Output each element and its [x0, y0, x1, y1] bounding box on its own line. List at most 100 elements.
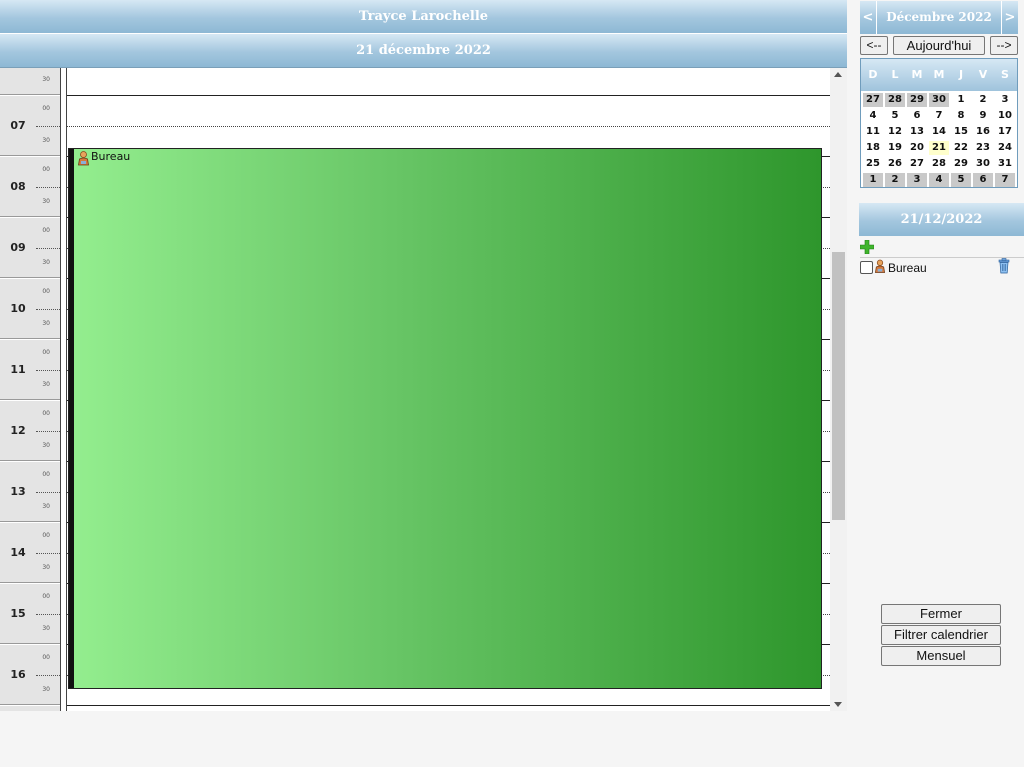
minute-label: 00: [42, 288, 50, 295]
hour-slot: 08 00 30: [0, 157, 60, 217]
hour-slot: 0030: [0, 68, 60, 95]
calendar-day[interactable]: 19: [885, 141, 905, 155]
event-checkbox[interactable]: [860, 261, 873, 274]
calendar-day[interactable]: 8: [951, 109, 971, 123]
calendar-day[interactable]: 17: [995, 125, 1015, 139]
calendar-day[interactable]: 4: [863, 109, 883, 123]
minute-label: 00: [42, 471, 50, 478]
calendar-day[interactable]: 12: [885, 125, 905, 139]
minute-label: 30: [42, 625, 50, 632]
minute-label: 30: [42, 76, 50, 83]
half-hour-tick: [36, 614, 60, 615]
hour-slot: 0030: [0, 706, 60, 711]
calendar-day[interactable]: 1: [863, 173, 883, 187]
event-label: Bureau: [91, 150, 131, 163]
calendar-day[interactable]: 22: [951, 141, 971, 155]
hour-slot: 12 00 30: [0, 401, 60, 461]
calendar-day[interactable]: 30: [973, 157, 993, 171]
calendar-day[interactable]: 27: [863, 93, 883, 107]
calendar-day[interactable]: 10: [995, 109, 1015, 123]
hour-slot: 14 00 30: [0, 523, 60, 583]
next-month-button[interactable]: >: [1001, 1, 1018, 34]
calendar-day[interactable]: 30: [929, 93, 949, 107]
scroll-down-arrow-icon[interactable]: [834, 702, 842, 707]
scroll-thumb[interactable]: [832, 252, 845, 520]
calendar-day[interactable]: 23: [973, 141, 993, 155]
hour-slot: 11 00 30: [0, 340, 60, 400]
hour-label: 07: [10, 119, 26, 132]
person-icon: [874, 259, 886, 273]
mini-calendar: DLMMJVS 27 28 29 30 1 2 3 4 5 6 7 8 9 10 11 12 13 14 15 16 1…: [860, 58, 1018, 188]
calendar-day[interactable]: 11: [863, 125, 883, 139]
half-hour-line: [67, 126, 830, 127]
calendar-day[interactable]: 16: [973, 125, 993, 139]
event-list-item-label[interactable]: Bureau: [888, 261, 927, 275]
prev-month-button[interactable]: <: [860, 1, 877, 34]
minute-label: 30: [42, 442, 50, 449]
minute-label: 30: [42, 320, 50, 327]
calendar-day[interactable]: 3: [995, 93, 1015, 107]
minute-label: 30: [42, 137, 50, 144]
filter-calendar-button[interactable]: Filtrer calendrier: [881, 625, 1001, 645]
half-hour-tick: [36, 187, 60, 188]
calendar-day[interactable]: 24: [995, 141, 1015, 155]
hour-label: 11: [10, 363, 26, 376]
calendar-day[interactable]: 18: [863, 141, 883, 155]
calendar-day[interactable]: 27: [907, 157, 927, 171]
calendar-day[interactable]: 5: [951, 173, 971, 187]
minute-label: 00: [42, 410, 50, 417]
calendar-day[interactable]: 9: [973, 109, 993, 123]
scroll-up-arrow-icon[interactable]: [834, 72, 842, 77]
half-hour-tick: [36, 248, 60, 249]
monthly-view-button[interactable]: Mensuel: [881, 646, 1001, 666]
calendar-day[interactable]: 20: [907, 141, 927, 155]
hour-label: 13: [10, 485, 26, 498]
day-grid[interactable]: 0030070030080030090030100030110030120030…: [0, 67, 847, 711]
next-day-button[interactable]: -->: [990, 36, 1018, 55]
calendar-day[interactable]: 15: [951, 125, 971, 139]
prev-day-button[interactable]: <--: [860, 36, 888, 55]
hour-label: 10: [10, 302, 26, 315]
calendar-day[interactable]: 29: [951, 157, 971, 171]
time-column: 0030070030080030090030100030110030120030…: [0, 68, 60, 711]
calendar-day-today[interactable]: 21: [929, 141, 949, 155]
calendar-day[interactable]: 7: [929, 109, 949, 123]
trash-icon[interactable]: [998, 258, 1010, 274]
calendar-day[interactable]: 7: [995, 173, 1015, 187]
close-button[interactable]: Fermer: [881, 604, 1001, 624]
calendar-day[interactable]: 31: [995, 157, 1015, 171]
calendar-day[interactable]: 26: [885, 157, 905, 171]
calendar-day[interactable]: 6: [907, 109, 927, 123]
calendar-day[interactable]: 13: [907, 125, 927, 139]
calendar-day[interactable]: 6: [973, 173, 993, 187]
add-event-icon[interactable]: [860, 240, 874, 254]
mini-calendar-header: < Décembre 2022 >: [860, 1, 1018, 34]
user-name-header: Trayce Larochelle: [0, 0, 847, 34]
vertical-scrollbar[interactable]: [830, 68, 847, 711]
weekday-label: S: [1001, 68, 1009, 81]
calendar-day[interactable]: 5: [885, 109, 905, 123]
calendar-day[interactable]: 1: [951, 93, 971, 107]
calendar-day[interactable]: 14: [929, 125, 949, 139]
event-status-bar: [69, 149, 74, 688]
event-block[interactable]: Bureau: [68, 148, 822, 689]
minute-label: 30: [42, 686, 50, 693]
hour-label: 12: [10, 424, 26, 437]
calendar-day[interactable]: 2: [973, 93, 993, 107]
calendar-day[interactable]: 3: [907, 173, 927, 187]
hour-slot: 16 00 30: [0, 645, 60, 705]
today-button[interactable]: Aujourd'hui: [893, 36, 985, 55]
calendar-day[interactable]: 2: [885, 173, 905, 187]
hour-label: 09: [10, 241, 26, 254]
calendar-day[interactable]: 25: [863, 157, 883, 171]
minute-label: 30: [42, 259, 50, 266]
minute-label: 30: [42, 564, 50, 571]
hour-slot: 13 00 30: [0, 462, 60, 522]
half-hour-tick: [36, 126, 60, 127]
calendar-day[interactable]: 29: [907, 93, 927, 107]
calendar-day[interactable]: 4: [929, 173, 949, 187]
calendar-day[interactable]: 28: [929, 157, 949, 171]
calendar-day[interactable]: 28: [885, 93, 905, 107]
hour-label: 16: [10, 668, 26, 681]
half-hour-tick: [36, 431, 60, 432]
